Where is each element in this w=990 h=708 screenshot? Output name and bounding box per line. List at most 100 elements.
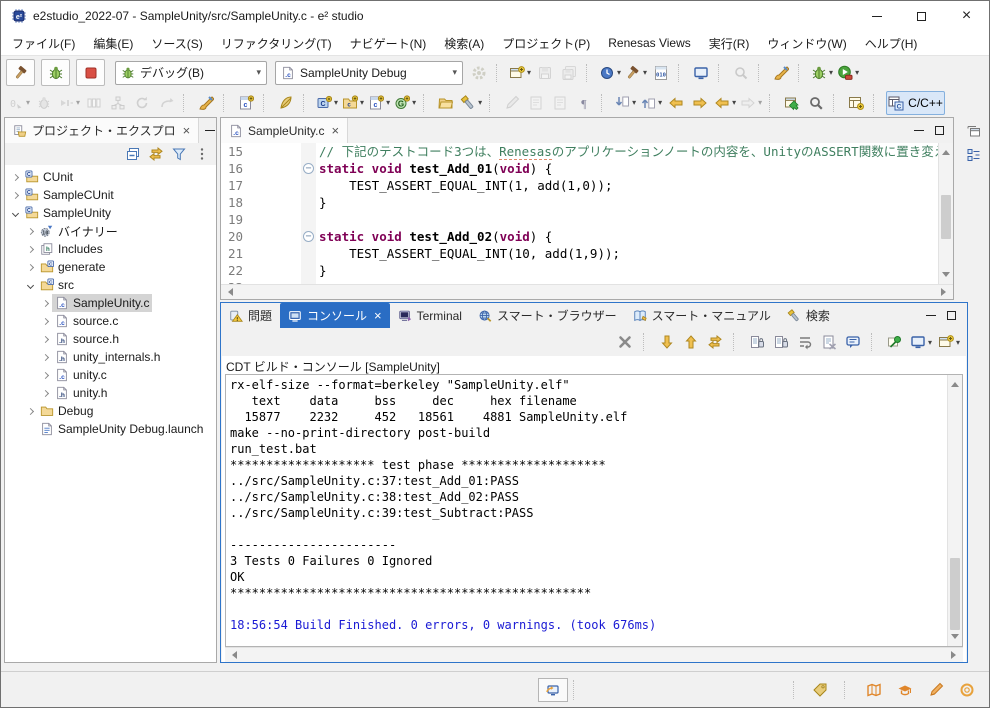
tree-item[interactable]: .h unity.h [5, 384, 216, 402]
menu-item[interactable]: リファクタリング(T) [212, 32, 341, 55]
collapse-all-button[interactable] [123, 144, 143, 164]
tree-item[interactable]: .c source.c [5, 312, 216, 330]
twisty-icon[interactable] [8, 191, 22, 199]
whats-new-button[interactable] [808, 678, 832, 702]
menu-item[interactable]: ナビゲート(N) [341, 32, 436, 55]
maximize-button[interactable] [899, 1, 944, 31]
build-button[interactable] [6, 59, 35, 86]
close-icon[interactable]: × [183, 123, 191, 138]
remove-launch-button[interactable] [614, 331, 636, 353]
editor-vertical-scrollbar[interactable] [938, 143, 953, 284]
feather-button[interactable] [274, 91, 298, 115]
tree-item[interactable]: .c SampleUnity.c [5, 294, 216, 312]
last-edit-back-button[interactable] [664, 91, 688, 115]
scrollbar-thumb[interactable] [941, 195, 951, 239]
scroll-up-icon[interactable] [942, 146, 950, 155]
new-c-source-button[interactable]: c [234, 91, 258, 115]
view-menu-button[interactable] [192, 144, 212, 164]
display-console-dropdown[interactable]: ▾ [908, 331, 934, 353]
twisty-icon[interactable] [23, 245, 37, 253]
launch-settings-button[interactable] [467, 61, 491, 85]
minimize-view-button[interactable] [908, 121, 929, 141]
pin-editor-button[interactable] [780, 91, 804, 115]
tree-item[interactable]: .h unity_internals.h [5, 348, 216, 366]
manual-button[interactable] [862, 678, 886, 702]
fold-margin[interactable]: − [301, 160, 316, 177]
feedback-button[interactable] [924, 678, 948, 702]
maximize-view-button[interactable] [941, 305, 962, 325]
tab-smart-browser[interactable]: スマート・ブラウザー [470, 303, 625, 328]
search-torch-dropdown[interactable]: ▾ [458, 91, 484, 115]
debug-config-combo[interactable]: デバッグ(B) ▾ [115, 60, 267, 85]
twisty-icon[interactable] [23, 227, 37, 235]
open-console-dropdown[interactable]: ▾ [936, 331, 962, 353]
menu-item[interactable]: プロジェクト(P) [493, 32, 599, 55]
twisty-icon[interactable] [38, 299, 52, 307]
code-line[interactable]: 17 TEST_ASSERT_EQUAL_INT(1, add(1,0)); [221, 177, 938, 194]
save-all-button[interactable] [557, 61, 581, 85]
profile-button[interactable] [106, 91, 130, 115]
scroll-lock-button[interactable] [746, 331, 768, 353]
twisty-icon[interactable] [23, 281, 37, 289]
tab-smart-manual[interactable]: スマート・マニュアル [625, 303, 779, 328]
resume-button[interactable]: ▾ [56, 91, 82, 115]
cpp-perspective-button[interactable]: C C/C++ [886, 90, 945, 115]
scroll-right-icon[interactable] [951, 651, 960, 659]
back-dropdown[interactable]: ▾ [712, 91, 738, 115]
trace-button[interactable]: 0 ▾ [6, 91, 32, 115]
support-button[interactable] [955, 678, 979, 702]
launch-bar-button[interactable] [538, 678, 568, 702]
format-button[interactable] [500, 91, 524, 115]
save-button[interactable] [533, 61, 557, 85]
open-element-button[interactable] [434, 91, 458, 115]
tree-item[interactable]: C generate [5, 258, 216, 276]
debug-button[interactable] [41, 59, 70, 86]
new-cpp-project-dropdown[interactable]: c ▾ [340, 91, 366, 115]
open-type-button[interactable] [548, 91, 572, 115]
scroll-up-icon[interactable] [951, 378, 959, 387]
new-class-dropdown[interactable]: G ▾ [392, 91, 418, 115]
show-prev-button[interactable] [680, 331, 702, 353]
editor-horizontal-scrollbar[interactable] [221, 284, 953, 299]
twisty-icon[interactable] [38, 353, 52, 361]
history-dropdown[interactable]: ▾ [597, 61, 623, 85]
tree-item[interactable]: .h source.h [5, 330, 216, 348]
pause-output-button[interactable] [770, 331, 792, 353]
code-line[interactable]: 21 TEST_ASSERT_EQUAL_INT(10, add(1,9)); [221, 245, 938, 262]
scroll-down-icon[interactable] [942, 272, 950, 281]
binary-utility-button[interactable]: 010 [649, 61, 673, 85]
minimize-view-button[interactable] [920, 305, 941, 325]
new-wizard-dropdown[interactable]: ▾ [507, 61, 533, 85]
scroll-right-icon[interactable] [941, 288, 950, 296]
menu-item[interactable]: ソース(S) [142, 32, 211, 55]
menu-item[interactable]: 実行(R) [700, 32, 759, 55]
debug-config-dropdown[interactable]: ▾ [809, 61, 835, 85]
tab-console[interactable]: コンソール × [280, 303, 390, 328]
reload-button[interactable] [130, 91, 154, 115]
tab-search[interactable]: 検索 [779, 303, 838, 328]
tab-project-explorer[interactable]: プロジェクト・エクスプロ × [5, 118, 200, 143]
menu-item[interactable]: ヘルプ(H) [856, 32, 927, 55]
follow-output-button[interactable] [704, 331, 726, 353]
scroll-left-icon[interactable] [228, 651, 237, 659]
code-line[interactable]: 15 // 下記のテストコード3つは、Renesasのアプリケーションノートの内容… [221, 143, 938, 160]
clear-console-button[interactable] [818, 331, 840, 353]
twisty-icon[interactable] [23, 407, 37, 415]
search-button[interactable] [804, 91, 828, 115]
tree-item[interactable]: .c unity.c [5, 366, 216, 384]
open-perspective-button[interactable] [844, 91, 868, 115]
tab-sampleunity-c[interactable]: .c SampleUnity.c × [221, 118, 349, 143]
menu-item[interactable]: ウィンドウ(W) [758, 32, 855, 55]
restore-view-button[interactable] [962, 121, 986, 141]
code-verify-button[interactable] [194, 91, 218, 115]
show-next-button[interactable] [656, 331, 678, 353]
tree-item[interactable]: C SampleUnity [5, 204, 216, 222]
scroll-down-icon[interactable] [951, 634, 959, 643]
close-button[interactable]: × [944, 1, 989, 31]
prev-annotation-dropdown[interactable]: ▾ [638, 91, 664, 115]
twisty-icon[interactable] [23, 263, 37, 271]
tree-item[interactable]: C src [5, 276, 216, 294]
console-horizontal-scrollbar[interactable] [225, 647, 963, 662]
fold-margin[interactable]: − [301, 228, 316, 245]
new-c-project-dropdown[interactable]: C ▾ [314, 91, 340, 115]
